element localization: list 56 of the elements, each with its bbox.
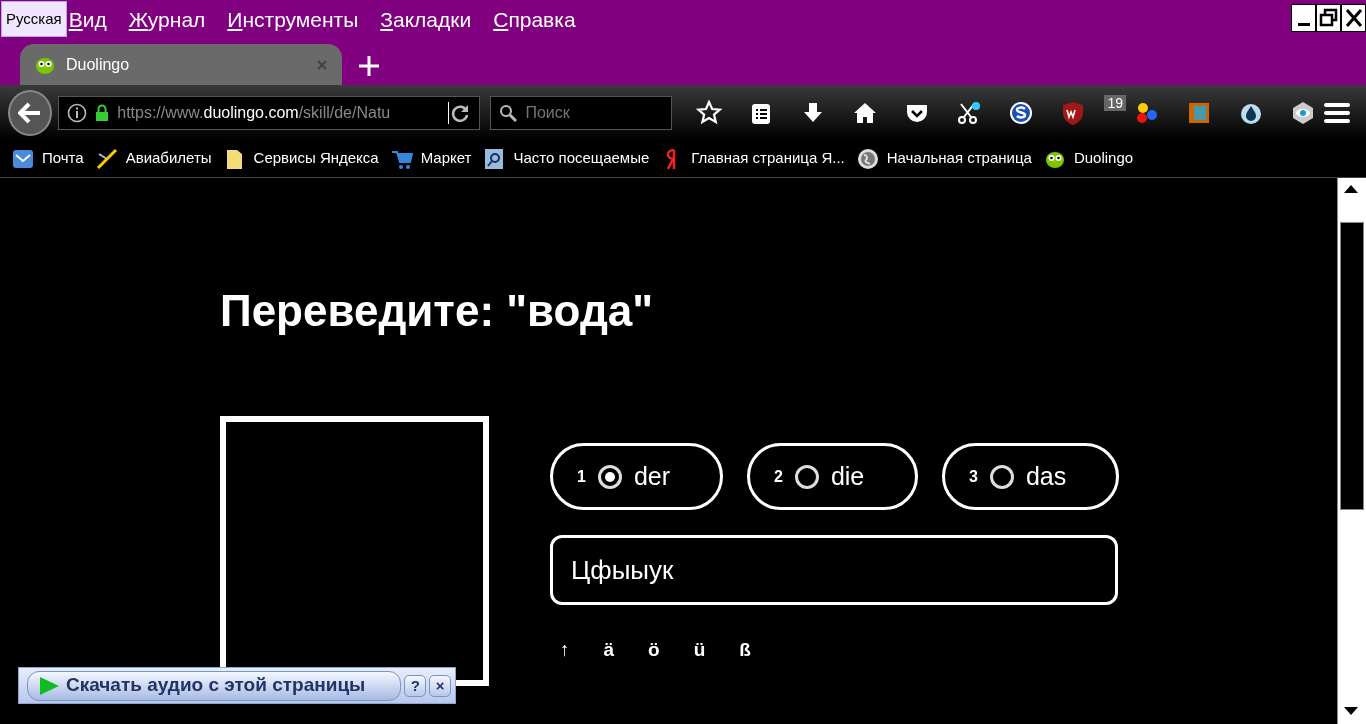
radio-button[interactable]: [794, 464, 819, 489]
menu-item[interactable]: Справка: [493, 0, 576, 36]
play-icon: [38, 674, 60, 697]
globe-icon: [856, 147, 879, 170]
character-key[interactable]: ü: [693, 636, 706, 665]
choice-button[interactable]: 3 das: [942, 443, 1119, 510]
tab[interactable]: Duolingo: [20, 44, 342, 85]
eye-icon[interactable]: [1290, 99, 1316, 126]
bookmark[interactable]: Начальная страница: [856, 147, 1032, 170]
magnifier-icon: [483, 147, 506, 170]
minimize-icon[interactable]: [1291, 4, 1316, 32]
lock-icon: [95, 103, 110, 122]
choice-button[interactable]: 2 die: [747, 443, 918, 510]
mail-icon: [12, 147, 34, 170]
tooltip: Русская: [1, 1, 67, 37]
restore-icon[interactable]: [1316, 4, 1341, 32]
star-icon[interactable]: [696, 99, 723, 126]
bookmark[interactable]: Сервисы Яндекса: [223, 147, 379, 170]
address-field[interactable]: https://www.duolingo.com/skill/de/Natu: [58, 95, 481, 130]
count-badge: 19: [1104, 94, 1126, 111]
menu-item[interactable]: Журнал: [128, 0, 206, 36]
character-key[interactable]: ö: [648, 636, 660, 665]
scrollbar-thumb[interactable]: [1340, 222, 1364, 510]
scissors-icon[interactable]: [956, 99, 983, 126]
page-title: Переведите: "вода": [220, 285, 654, 337]
s-logo-icon[interactable]: [1008, 99, 1035, 126]
help-button[interactable]: ?: [404, 674, 427, 697]
radio-button[interactable]: [989, 464, 1014, 489]
download-audio-button[interactable]: Скачать аудио с этой страницы: [27, 670, 402, 701]
radio-button[interactable]: [597, 464, 622, 489]
character-key[interactable]: ß: [739, 636, 751, 665]
menu-item[interactable]: Закладки: [380, 0, 472, 36]
new-tab-icon: [358, 55, 380, 77]
search-icon: [499, 103, 518, 122]
close-button[interactable]: ×: [429, 674, 451, 697]
close-icon: [316, 58, 328, 71]
back-arrow-icon: [18, 101, 43, 124]
menu-item[interactable]: Вид: [68, 0, 107, 36]
scrollbar[interactable]: [1337, 178, 1366, 724]
choice-button[interactable]: 1 der: [550, 443, 723, 510]
bookmark[interactable]: Авиабилеты: [95, 147, 212, 170]
bookmark[interactable]: Duolingo: [1043, 147, 1134, 170]
bookmark[interactable]: Почта: [12, 147, 84, 170]
close-icon[interactable]: [1341, 4, 1366, 32]
url-text: https://www.duolingo.com/skill/de/Natu: [117, 102, 392, 123]
info-icon: [67, 102, 88, 123]
character-key[interactable]: ↑: [560, 636, 570, 665]
bookmark[interactable]: Часто посещаемые: [483, 147, 650, 170]
answer-field[interactable]: Цфыыук: [550, 535, 1118, 605]
character-key[interactable]: ä: [603, 636, 615, 665]
bookmark[interactable]: Главная страница Я...: [661, 147, 845, 170]
plane-icon: [95, 147, 118, 170]
menu-item[interactable]: Инструменты: [227, 0, 359, 36]
search-field[interactable]: Поиск: [490, 95, 673, 130]
bookmark[interactable]: Маркет: [390, 147, 472, 170]
tab-title: Duolingo: [66, 54, 131, 75]
